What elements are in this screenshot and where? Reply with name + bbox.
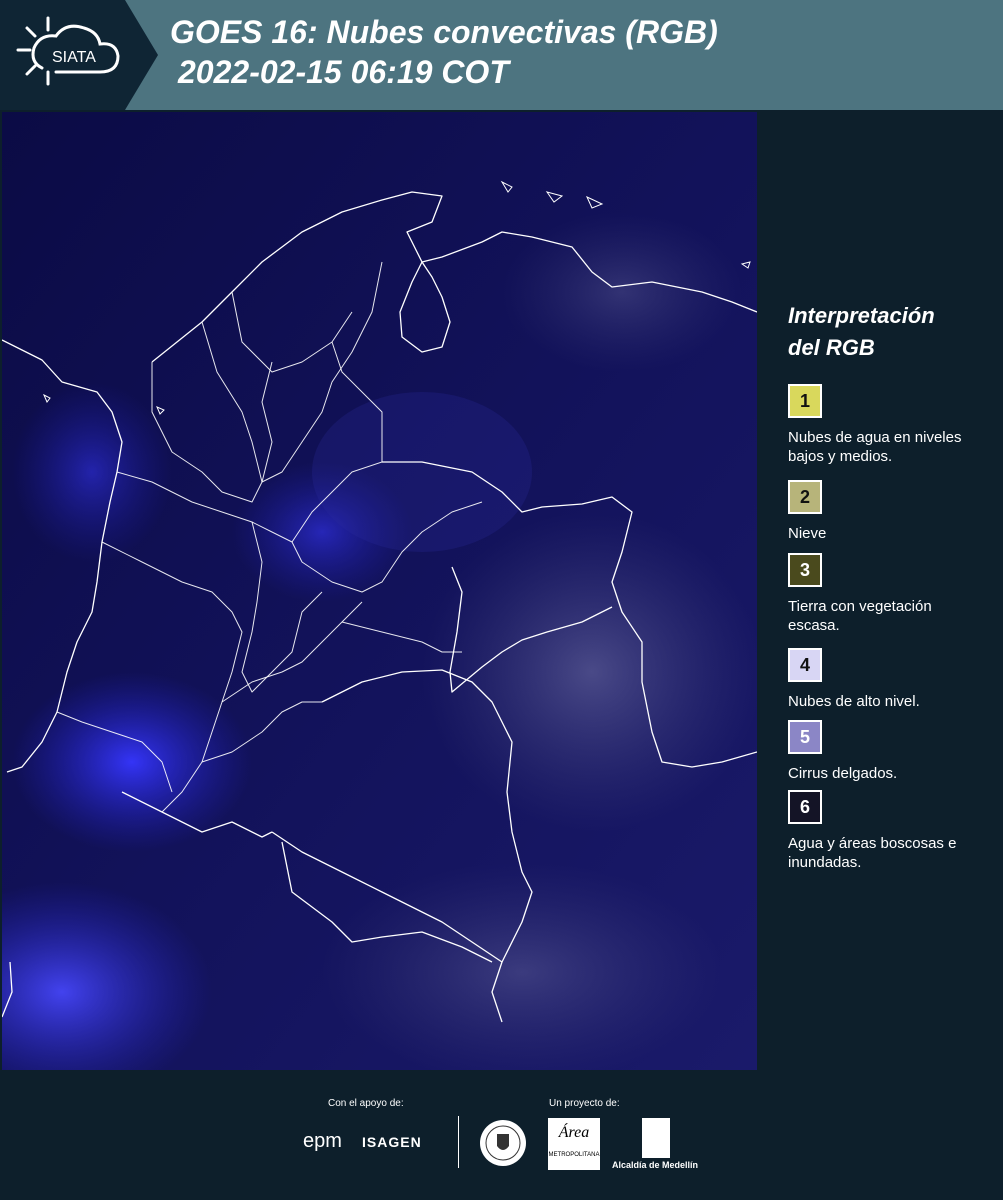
footer-sponsors: Con el apoyo de: Un proyecto de: epm ISA…	[0, 1070, 1003, 1200]
legend-swatch-5: 5	[788, 720, 822, 754]
area-metropolitana-logo[interactable]: Área METROPOLITANA	[548, 1118, 600, 1170]
legend-swatch-1: 1	[788, 384, 822, 418]
legend-swatch-3: 3	[788, 553, 822, 587]
legend-title-line1: Interpretación	[788, 303, 935, 328]
page-timestamp: 2022-02-15 06:19 COT	[178, 54, 509, 90]
legend-item-5: 5 Cirrus delgados.	[788, 720, 978, 783]
page-title: GOES 16: Nubes convectivas (RGB)	[170, 14, 718, 50]
legend-swatch-4: 4	[788, 648, 822, 682]
cloud-region-east	[422, 512, 757, 832]
legend-item-3: 3 Tierra con vegetación escasa.	[788, 553, 978, 635]
alcaldia-logo-text: Alcaldía de Medellín	[612, 1160, 699, 1170]
legend-item-4: 4 Nubes de alto nivel.	[788, 648, 978, 711]
legend-swatch-6: 6	[788, 790, 822, 824]
legend-label-1: Nubes de agua en niveles bajos y medios.	[788, 429, 962, 465]
isagen-logo[interactable]: ISAGEN	[362, 1134, 422, 1150]
cloud-region-caribbean	[502, 212, 742, 372]
legend-item-2: 2 Nieve	[788, 480, 978, 543]
area-logo-sub: METROPOLITANA	[548, 1152, 600, 1158]
alcaldia-shield-icon[interactable]	[642, 1118, 670, 1158]
siata-logo[interactable]: SIATA	[0, 0, 160, 110]
legend-number-1: 1	[799, 390, 810, 411]
legend-number-3: 3	[799, 559, 810, 580]
epm-logo[interactable]: epm	[303, 1130, 342, 1153]
legend-swatch-2: 2	[788, 480, 822, 514]
medellin-seal-icon[interactable]	[478, 1118, 528, 1173]
area-logo-text: Área	[558, 1124, 590, 1141]
header-bar: SIATA GOES 16: Nubes convectivas (RGB) 2…	[0, 0, 1003, 110]
legend-number-6: 6	[799, 796, 810, 817]
legend-label-3: Tierra con vegetación escasa.	[788, 598, 932, 634]
legend-number-4: 4	[799, 654, 810, 675]
satellite-map[interactable]	[2, 112, 757, 1070]
legend-label-5: Cirrus delgados.	[788, 765, 898, 782]
support-label: Con el apoyo de:	[328, 1098, 404, 1109]
legend-number-2: 2	[799, 486, 810, 507]
legend-item-1: 1 Nubes de agua en niveles bajos y medio…	[788, 384, 978, 466]
project-label: Un proyecto de:	[549, 1098, 620, 1109]
legend-label-4: Nubes de alto nivel.	[788, 693, 920, 710]
legend-number-5: 5	[799, 726, 810, 747]
footer-divider	[458, 1116, 459, 1168]
siata-logo-text: SIATA	[52, 49, 96, 66]
cloud-region-choco	[12, 382, 172, 562]
cloud-region-llanos	[312, 392, 532, 552]
legend-item-6: 6 Agua y áreas boscosas e inundadas.	[788, 790, 978, 872]
legend-label-6: Agua y áreas boscosas e inundadas.	[788, 835, 957, 871]
rgb-legend: Interpretación del RGB 1 Nubes de agua e…	[788, 300, 993, 871]
legend-label-2: Nieve	[788, 525, 827, 542]
cloud-region-pacific	[12, 672, 252, 852]
legend-title-line2: del RGB	[788, 335, 875, 360]
